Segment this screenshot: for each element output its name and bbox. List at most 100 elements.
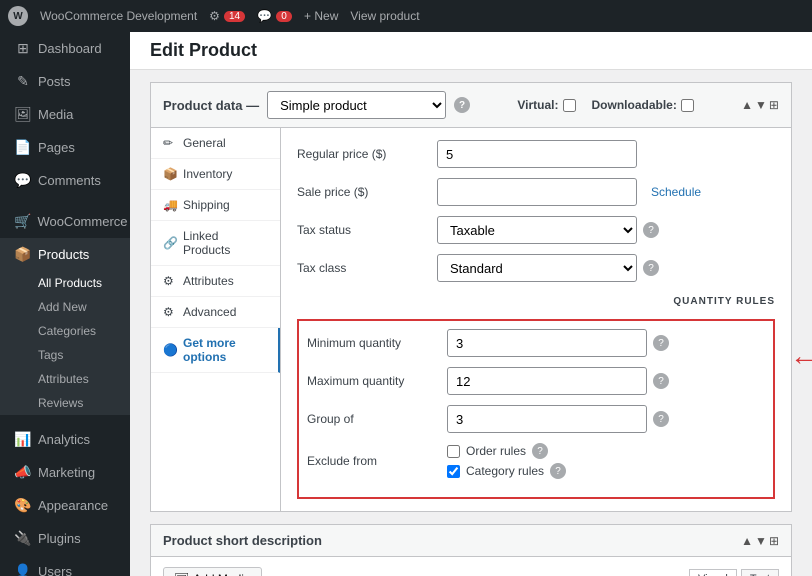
sidebar-item-analytics[interactable]: 📊 Analytics bbox=[0, 423, 130, 456]
tab-advanced[interactable]: ⚙ Advanced bbox=[151, 297, 280, 328]
short-desc-expand-btn[interactable]: ⊞ bbox=[769, 534, 779, 548]
category-rules-help-icon[interactable]: ? bbox=[550, 463, 566, 479]
comments-link[interactable]: 💬 0 bbox=[257, 9, 292, 23]
submenu-tags[interactable]: Tags bbox=[0, 343, 130, 367]
sidebar-menu: ⊞ Dashboard ✎ Posts 🖼 Media 📄 Pages 💬 Co… bbox=[0, 32, 130, 576]
visual-text-tabs: Visual Text bbox=[689, 569, 779, 576]
group-of-row: Group of ? bbox=[307, 405, 765, 433]
category-rules-checkbox[interactable] bbox=[447, 465, 460, 478]
regular-price-label: Regular price ($) bbox=[297, 147, 437, 161]
tab-shipping[interactable]: 🚚 Shipping bbox=[151, 190, 280, 221]
group-of-input[interactable] bbox=[447, 405, 647, 433]
tab-content-area: Regular price ($) Sale price ($) Schedul… bbox=[281, 128, 791, 511]
comments-icon: 💬 bbox=[14, 172, 32, 189]
product-type-select[interactable]: Simple product Grouped product External/… bbox=[267, 91, 446, 119]
quantity-rules-section: QUANTITY RULES Minimum quantity ? bbox=[297, 292, 775, 499]
group-of-label: Group of bbox=[307, 412, 447, 426]
submenu-attributes[interactable]: Attributes bbox=[0, 367, 130, 391]
sidebar-item-pages[interactable]: 📄 Pages bbox=[0, 131, 130, 164]
visual-tab[interactable]: Visual bbox=[689, 569, 737, 576]
tax-class-control: Standard Reduced rate Zero rate ? bbox=[437, 254, 775, 282]
max-qty-row: Maximum quantity ? bbox=[307, 367, 765, 395]
product-data-body: ✏ General 📦 Inventory 🚚 Shipping 🔗 bbox=[151, 128, 791, 511]
order-rules-checkbox[interactable] bbox=[447, 445, 460, 458]
appearance-icon: 🎨 bbox=[14, 497, 32, 514]
chevron-expand-btn[interactable]: ⊞ bbox=[769, 98, 779, 112]
tab-linked-products[interactable]: 🔗 Linked Products bbox=[151, 221, 280, 266]
min-qty-help-icon[interactable]: ? bbox=[653, 335, 669, 351]
users-icon: 👤 bbox=[14, 563, 32, 576]
site-name[interactable]: WooCommerce Development bbox=[40, 9, 197, 23]
sidebar-item-plugins[interactable]: 🔌 Plugins bbox=[0, 522, 130, 555]
short-desc-down-btn[interactable]: ▼ bbox=[755, 534, 767, 548]
content-area: Edit Product Product data — Simple produ… bbox=[130, 32, 812, 576]
order-rules-label[interactable]: Order rules ? bbox=[447, 443, 548, 459]
tab-attributes[interactable]: ⚙ Attributes bbox=[151, 266, 280, 297]
product-type-help-icon[interactable]: ? bbox=[454, 97, 470, 113]
chevron-down-btn[interactable]: ▼ bbox=[755, 98, 767, 112]
tab-inventory[interactable]: 📦 Inventory bbox=[151, 159, 280, 190]
text-tab[interactable]: Text bbox=[741, 569, 779, 576]
tax-class-row: Tax class Standard Reduced rate Zero rat… bbox=[297, 254, 775, 282]
media-icon: 🖼 bbox=[14, 106, 32, 123]
virtual-checkbox[interactable] bbox=[563, 99, 576, 112]
tax-status-control: Taxable Shipping only None ? bbox=[437, 216, 775, 244]
inventory-tab-icon: 📦 bbox=[163, 167, 177, 181]
view-product-link[interactable]: View product bbox=[350, 9, 419, 23]
sidebar-item-comments[interactable]: 💬 Comments bbox=[0, 164, 130, 197]
sidebar-item-dashboard[interactable]: ⊞ Dashboard bbox=[0, 32, 130, 65]
woo-icon: 🛒 bbox=[14, 213, 31, 230]
short-desc-body: 🖼 Add Media Visual Text Paragraph B bbox=[151, 557, 791, 576]
downloadable-checkbox-label[interactable]: Downloadable: bbox=[592, 98, 694, 112]
tab-get-more[interactable]: 🔵 Get more options bbox=[151, 328, 280, 373]
downloadable-checkbox[interactable] bbox=[681, 99, 694, 112]
chevron-up-btn[interactable]: ▲ bbox=[741, 98, 753, 112]
sidebar-item-woocommerce[interactable]: 🛒 WooCommerce bbox=[0, 205, 130, 238]
updates-link[interactable]: ⚙ 14 bbox=[209, 9, 245, 23]
regular-price-input[interactable] bbox=[437, 140, 637, 168]
exclude-from-label: Exclude from bbox=[307, 454, 447, 468]
tax-class-select[interactable]: Standard Reduced rate Zero rate bbox=[437, 254, 637, 282]
order-rules-help-icon[interactable]: ? bbox=[532, 443, 548, 459]
short-desc-up-btn[interactable]: ▲ bbox=[741, 534, 753, 548]
sale-price-input[interactable] bbox=[437, 178, 637, 206]
min-qty-input[interactable] bbox=[447, 329, 647, 357]
short-desc-title: Product short description bbox=[163, 533, 322, 548]
products-submenu: All Products Add New Categories Tags Att… bbox=[0, 271, 130, 415]
tax-status-row: Tax status Taxable Shipping only None ? bbox=[297, 216, 775, 244]
sidebar-item-marketing[interactable]: 📣 Marketing bbox=[0, 456, 130, 489]
max-qty-help-icon[interactable]: ? bbox=[653, 373, 669, 389]
submenu-add-new[interactable]: Add New bbox=[0, 295, 130, 319]
category-rules-label[interactable]: Category rules ? bbox=[447, 463, 566, 479]
group-of-control: ? bbox=[447, 405, 765, 433]
tax-status-select[interactable]: Taxable Shipping only None bbox=[437, 216, 637, 244]
sidebar-item-posts[interactable]: ✎ Posts bbox=[0, 65, 130, 98]
tax-status-help-icon[interactable]: ? bbox=[643, 222, 659, 238]
new-link[interactable]: + New bbox=[304, 9, 338, 23]
sidebar-item-media[interactable]: 🖼 Media bbox=[0, 98, 130, 131]
group-of-help-icon[interactable]: ? bbox=[653, 411, 669, 427]
short-desc-chevrons: ▲ ▼ ⊞ bbox=[741, 534, 779, 548]
add-media-button[interactable]: 🖼 Add Media bbox=[163, 567, 262, 576]
wp-logo: W bbox=[8, 6, 28, 26]
page-header: Edit Product bbox=[130, 32, 812, 70]
min-qty-control: ? bbox=[447, 329, 765, 357]
short-desc-box: Product short description ▲ ▼ ⊞ 🖼 Add Me… bbox=[150, 524, 792, 576]
sidebar-item-products[interactable]: 📦 Products bbox=[0, 238, 130, 271]
tax-class-help-icon[interactable]: ? bbox=[643, 260, 659, 276]
attributes-tab-icon: ⚙ bbox=[163, 274, 177, 288]
tab-general[interactable]: ✏ General bbox=[151, 128, 280, 159]
submenu-categories[interactable]: Categories bbox=[0, 319, 130, 343]
exclude-from-control: Order rules ? Category rules ? bbox=[447, 443, 765, 479]
sale-price-control: Schedule bbox=[437, 178, 775, 206]
sidebar-item-appearance[interactable]: 🎨 Appearance bbox=[0, 489, 130, 522]
sale-price-row: Sale price ($) Schedule bbox=[297, 178, 775, 206]
max-qty-control: ? bbox=[447, 367, 765, 395]
virtual-checkbox-label[interactable]: Virtual: bbox=[517, 98, 575, 112]
submenu-reviews[interactable]: Reviews bbox=[0, 391, 130, 415]
max-qty-input[interactable] bbox=[447, 367, 647, 395]
dashboard-icon: ⊞ bbox=[14, 40, 32, 57]
schedule-link[interactable]: Schedule bbox=[651, 185, 701, 199]
sidebar-item-users[interactable]: 👤 Users bbox=[0, 555, 130, 576]
submenu-all-products[interactable]: All Products bbox=[0, 271, 130, 295]
